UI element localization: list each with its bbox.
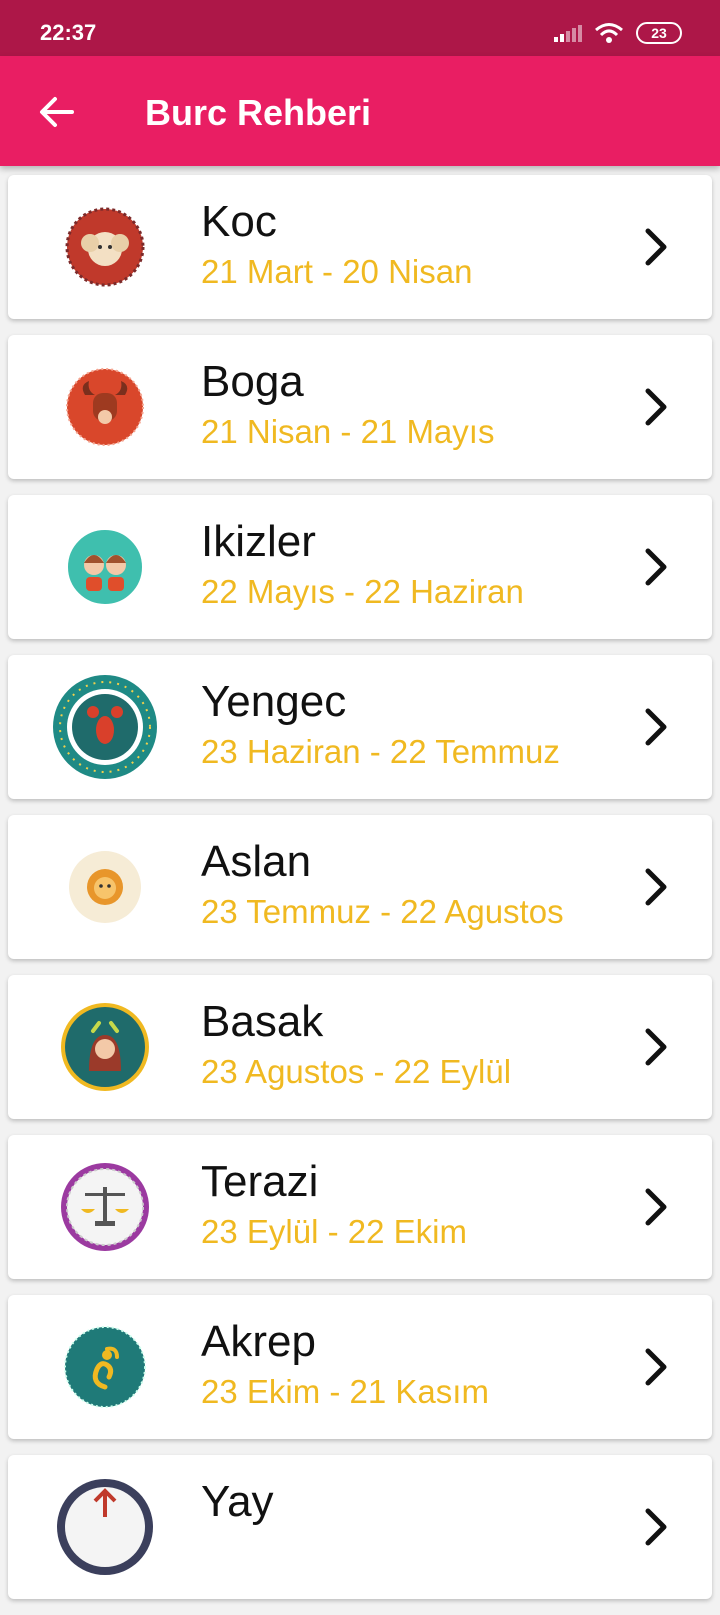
status-icons: 23 bbox=[554, 22, 682, 44]
battery-icon: 23 bbox=[636, 22, 682, 44]
zodiac-name: Ikizler bbox=[201, 517, 316, 566]
app-bar: Burc Rehberi bbox=[0, 56, 720, 166]
zodiac-dates: 23 Temmuz - 22 Agustos bbox=[201, 893, 564, 930]
zodiac-dates: 21 Nisan - 21 Mayıs bbox=[201, 413, 495, 450]
zodiac-dates: 23 Ekim - 21 Kasım bbox=[201, 1373, 489, 1410]
zodiac-name: Aslan bbox=[201, 837, 312, 886]
zodiac-dates: 21 Mart - 20 Nisan bbox=[201, 253, 473, 290]
chevron-right-icon bbox=[645, 1188, 667, 1226]
chevron-right-icon bbox=[645, 548, 667, 586]
scorpion-icon bbox=[50, 1317, 160, 1417]
zodiac-item-yengec[interactable]: Yengec 23 Haziran - 22 Temmuz bbox=[8, 655, 712, 799]
zodiac-item-terazi[interactable]: Terazi 23 Eylül - 22 Ekim bbox=[8, 1135, 712, 1279]
zodiac-dates: 23 Haziran - 22 Temmuz bbox=[201, 733, 560, 770]
signal-icon bbox=[554, 24, 582, 42]
zodiac-item-akrep[interactable]: Akrep 23 Ekim - 21 Kasım bbox=[8, 1295, 712, 1439]
lion-icon bbox=[50, 837, 160, 937]
page-title: Burc Rehberi bbox=[145, 92, 372, 133]
status-time: 22:37 bbox=[40, 20, 97, 45]
maiden-icon bbox=[50, 997, 160, 1097]
chevron-right-icon bbox=[645, 1028, 667, 1066]
zodiac-list: Koc 21 Mart - 20 Nisan Boga 21 Nisan - 2… bbox=[8, 175, 712, 1615]
zodiac-item-boga[interactable]: Boga 21 Nisan - 21 Mayıs bbox=[8, 335, 712, 479]
chevron-right-icon bbox=[645, 868, 667, 906]
zodiac-item-aslan[interactable]: Aslan 23 Temmuz - 22 Agustos bbox=[8, 815, 712, 959]
back-arrow-icon bbox=[40, 97, 74, 127]
zodiac-name: Boga bbox=[201, 357, 304, 406]
bull-icon bbox=[50, 357, 160, 457]
chevron-right-icon bbox=[645, 1508, 667, 1546]
zodiac-name: Terazi bbox=[201, 1157, 319, 1206]
archer-icon bbox=[50, 1477, 160, 1577]
chevron-right-icon bbox=[645, 1348, 667, 1386]
chevron-right-icon bbox=[645, 228, 667, 266]
ram-icon bbox=[50, 197, 160, 297]
zodiac-name: Koc bbox=[201, 197, 277, 246]
zodiac-item-ikizler[interactable]: Ikizler 22 Mayıs - 22 Haziran bbox=[8, 495, 712, 639]
twins-icon bbox=[50, 517, 160, 617]
chevron-right-icon bbox=[645, 388, 667, 426]
zodiac-name: Akrep bbox=[201, 1317, 316, 1366]
zodiac-dates: 23 Eylül - 22 Ekim bbox=[201, 1213, 467, 1250]
status-bar: 22:37 23 bbox=[0, 0, 720, 56]
zodiac-item-yay[interactable]: Yay bbox=[8, 1455, 712, 1599]
chevron-right-icon bbox=[645, 708, 667, 746]
zodiac-item-koc[interactable]: Koc 21 Mart - 20 Nisan bbox=[8, 175, 712, 319]
wifi-icon bbox=[595, 23, 623, 43]
zodiac-name: Yengec bbox=[201, 677, 347, 726]
zodiac-dates: 22 Mayıs - 22 Haziran bbox=[201, 573, 524, 610]
zodiac-item-basak[interactable]: Basak 23 Agustos - 22 Eylül bbox=[8, 975, 712, 1119]
zodiac-name: Basak bbox=[201, 997, 324, 1046]
zodiac-dates: 23 Agustos - 22 Eylül bbox=[201, 1053, 512, 1090]
back-button[interactable] bbox=[30, 86, 82, 138]
crab-icon bbox=[50, 675, 160, 779]
scales-icon bbox=[50, 1157, 160, 1257]
